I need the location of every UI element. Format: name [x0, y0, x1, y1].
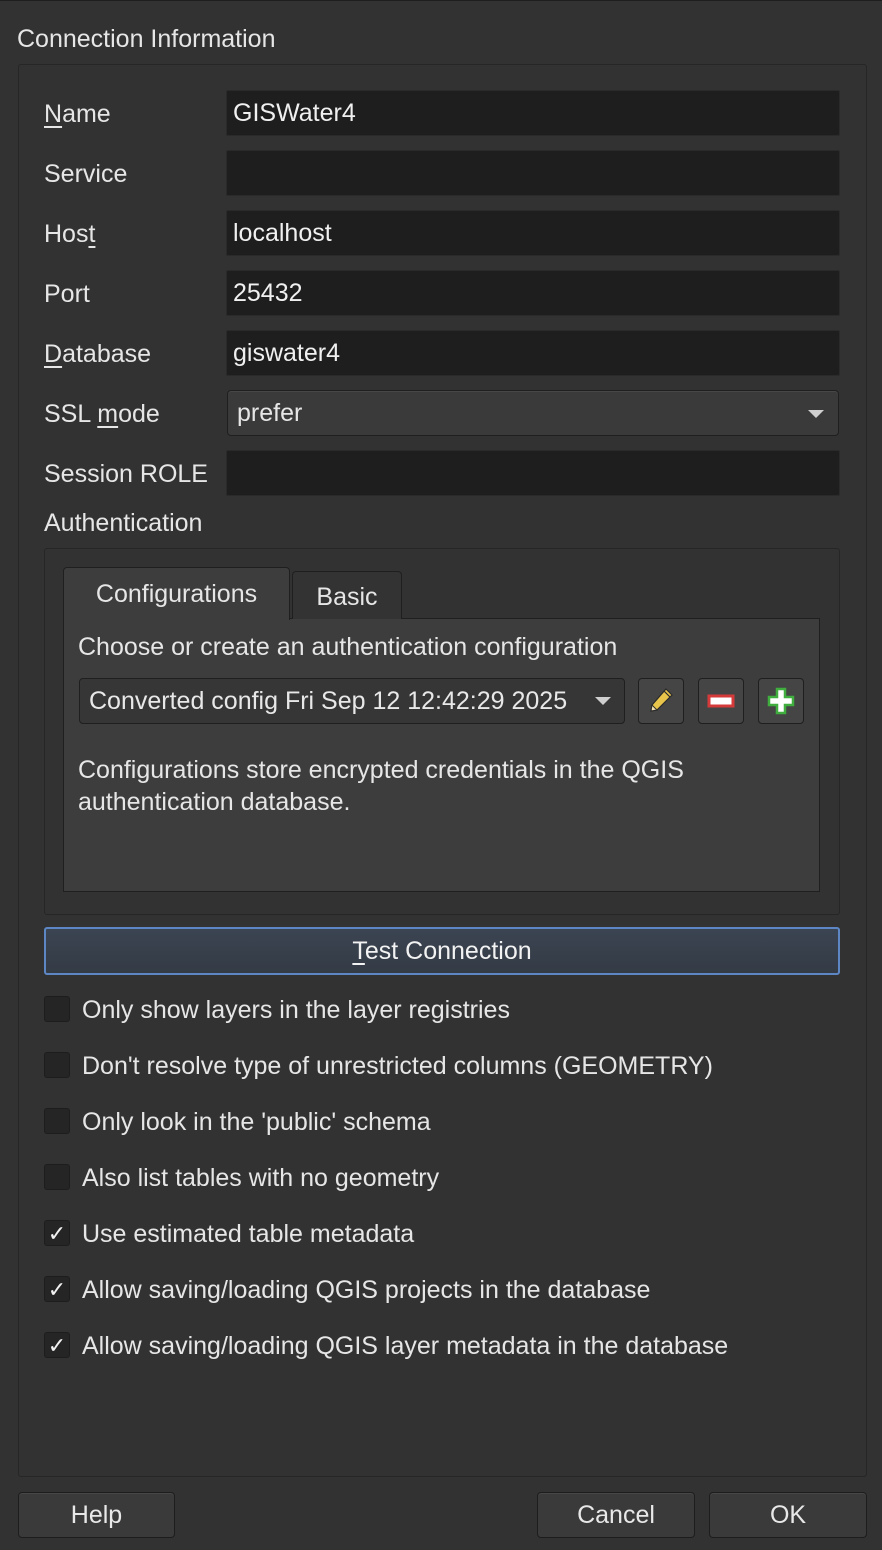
checkbox[interactable] [44, 1052, 70, 1078]
auth-config-value: Converted config Fri Sep 12 12:42:29 202… [89, 687, 568, 715]
port-field[interactable]: 25432 [226, 270, 840, 316]
name-label: Name [44, 100, 111, 128]
session-role-field[interactable] [226, 450, 840, 496]
edit-config-button[interactable] [638, 678, 684, 724]
chevron-down-icon [808, 410, 824, 418]
cancel-button[interactable]: Cancel [537, 1492, 695, 1538]
auth-config-heading: Choose or create an authentication confi… [78, 633, 618, 661]
checkbox-checked[interactable]: ✓ [44, 1332, 70, 1358]
ok-button[interactable]: OK [709, 1492, 867, 1538]
auth-config-caret-area [591, 679, 624, 723]
checkbox-checked[interactable]: ✓ [44, 1220, 70, 1246]
host-field[interactable]: localhost [226, 210, 840, 256]
authentication-label: Authentication [44, 509, 203, 537]
checkbox[interactable] [44, 1164, 70, 1190]
service-label: Service [44, 160, 128, 188]
plus-icon [767, 687, 795, 715]
host-label: Host [44, 220, 96, 248]
database-label: Database [44, 340, 152, 368]
tab-basic[interactable]: Basic [292, 571, 402, 619]
ssl-mode-select[interactable]: prefer [227, 390, 839, 436]
remove-config-button[interactable] [698, 678, 744, 724]
name-field[interactable]: GISWater4 [226, 90, 840, 136]
add-config-button[interactable] [758, 678, 804, 724]
test-connection-button[interactable]: Test Connection [44, 927, 840, 975]
ssl-mode-label: SSL mode [44, 400, 160, 428]
service-field[interactable] [226, 150, 840, 196]
connection-dialog: Connection Information Name GISWater4 Se… [0, 0, 882, 1550]
minus-icon [707, 694, 735, 708]
tab-configurations[interactable]: Configurations [63, 567, 290, 620]
port-label: Port [44, 280, 90, 308]
checkbox-checked[interactable]: ✓ [44, 1276, 70, 1302]
pencil-icon [650, 688, 673, 712]
checkbox[interactable] [44, 1108, 70, 1134]
auth-config-select[interactable]: Converted config Fri Sep 12 12:42:29 202… [79, 678, 625, 724]
checkbox[interactable] [44, 996, 70, 1022]
session-role-label: Session ROLE [44, 460, 208, 488]
chevron-down-icon [595, 697, 611, 705]
auth-config-description: Configurations store encrypted credentia… [78, 756, 684, 816]
group-title: Connection Information [17, 25, 276, 53]
help-button[interactable]: Help [18, 1492, 175, 1538]
database-field[interactable]: giswater4 [226, 330, 840, 376]
ssl-mode-value: prefer [237, 399, 303, 427]
